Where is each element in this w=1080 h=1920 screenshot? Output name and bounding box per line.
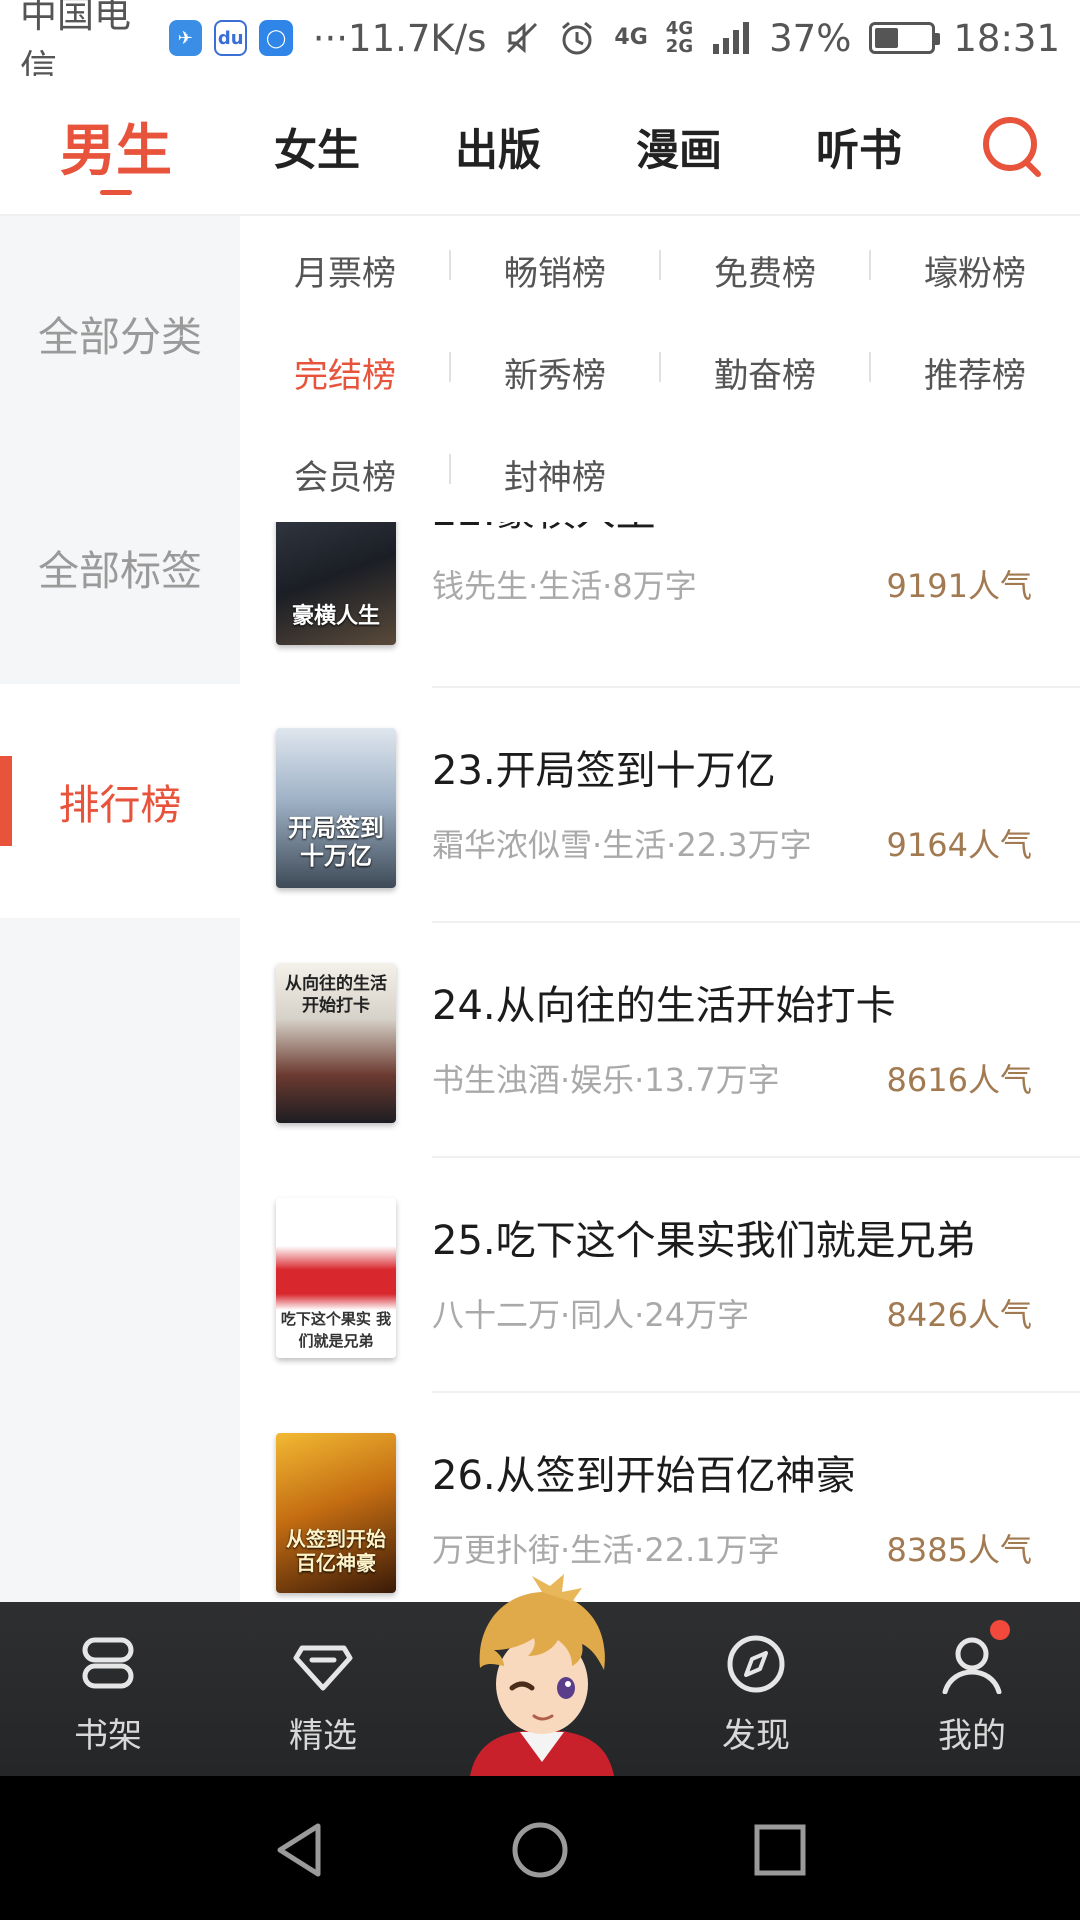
network-signal-indicator: 4G 2G — [665, 18, 694, 57]
book-popularity: 8616人气 — [886, 1061, 1032, 1099]
tab-label: 我的 — [938, 1716, 1006, 1756]
home-icon[interactable] — [510, 1820, 570, 1880]
book-item-24[interactable]: 从向往的生活 开始打卡 24.从向往的生活开始打卡 书生浊酒·娱乐·13.7万字… — [240, 923, 1080, 1158]
tab-label: 发现 — [722, 1716, 790, 1756]
sidebar: 全部分类 全部标签 排行榜 — [0, 216, 240, 1602]
filter-recommended[interactable]: 推荐榜 — [870, 348, 1080, 397]
recents-icon[interactable] — [750, 1820, 810, 1880]
battery-percent: 37% — [769, 16, 852, 60]
battery-icon — [869, 22, 941, 54]
profile-icon — [942, 1637, 1002, 1694]
notification-badge — [990, 1620, 1010, 1640]
circle-app-icon: ◯ — [259, 20, 293, 56]
book-item-23[interactable]: 开局签到 十万亿 23.开局签到十万亿 霜华浓似雪·生活·22.3万字 9164… — [240, 688, 1080, 923]
cover-title: 开局签到 十万亿 — [288, 813, 384, 870]
tab-bookshelf[interactable]: 书架 — [38, 1602, 178, 1776]
bookshelf-icon — [82, 1637, 134, 1689]
filter-top-fans[interactable]: 壕粉榜 — [870, 246, 1080, 295]
book-meta: 书生浊酒·娱乐·13.7万字 — [432, 1061, 780, 1099]
book-cover: 从向往的生活 开始打卡 — [276, 963, 396, 1123]
more-notifications-icon: ··· — [312, 16, 349, 60]
ranking-content: 豪横人生 22.豪横人生 钱先生·生活·8万字 9191人气 开局签到 十万亿 … — [240, 216, 1080, 1602]
tab-label: 精选 — [289, 1716, 357, 1756]
book-cover: 吃下这个果实 我们就是兄弟 — [276, 1198, 396, 1358]
book-popularity: 9191人气 — [886, 567, 1032, 605]
tab-discover[interactable]: 发现 — [686, 1602, 826, 1776]
baidu-app-icon: du — [213, 20, 248, 56]
book-meta: 万更扑街·生活·22.1万字 — [432, 1531, 780, 1569]
tab-label: 书架 — [74, 1716, 142, 1756]
book-meta: 霜华浓似雪·生活·22.3万字 — [432, 826, 812, 864]
alarm-icon — [562, 21, 593, 55]
sidebar-item-all-categories[interactable]: 全部分类 — [0, 216, 240, 450]
tab-profile[interactable]: 我的 — [902, 1602, 1042, 1776]
filter-diligent[interactable]: 勤奋榜 — [660, 348, 870, 397]
cover-title: 吃下这个果实 我们就是兄弟 — [280, 1310, 392, 1350]
clock: 18:31 — [953, 16, 1060, 60]
tab-male[interactable]: 男生 — [60, 106, 172, 195]
filter-hall-of-fame[interactable]: 封神榜 — [450, 450, 660, 499]
book-meta: 钱先生·生活·8万字 — [432, 567, 697, 605]
tab-featured[interactable]: 精选 — [253, 1602, 393, 1776]
sidebar-item-label: 排行榜 — [58, 781, 182, 829]
search-icon[interactable] — [980, 114, 1044, 178]
back-icon[interactable] — [270, 1820, 330, 1880]
tab-female[interactable]: 女生 — [274, 116, 360, 178]
compass-icon — [727, 1635, 785, 1693]
book-cover: 开局签到 十万亿 — [276, 728, 396, 888]
tab-audiobooks[interactable]: 听书 — [816, 116, 902, 178]
book-title: 23.开局签到十万亿 — [432, 748, 776, 794]
status-bar: 中国电信 ✈ du ◯ ··· 11.7K/s 4G 4G 2G 37% 18:… — [0, 0, 1080, 90]
book-title: 24.从向往的生活开始打卡 — [432, 983, 896, 1029]
cover-title: 豪横人生 — [291, 603, 380, 629]
sidebar-item-rankings[interactable]: 排行榜 — [0, 684, 240, 918]
book-popularity: 9164人气 — [886, 826, 1032, 864]
cover-title: 从向往的生活 开始打卡 — [285, 974, 387, 1016]
filter-completed[interactable]: 完结榜 — [240, 348, 450, 397]
book-cover: 从签到开始 百亿神豪 — [276, 1433, 396, 1593]
filter-free[interactable]: 免费榜 — [660, 246, 870, 295]
mute-icon — [507, 22, 538, 54]
book-popularity: 8385人气 — [886, 1531, 1032, 1569]
book-item-26[interactable]: 从签到开始 百亿神豪 26.从签到开始百亿神豪 万更扑街·生活·22.1万字 8… — [240, 1393, 1080, 1602]
sidebar-item-all-tags[interactable]: 全部标签 — [0, 450, 240, 684]
book-item-25[interactable]: 吃下这个果实 我们就是兄弟 25.吃下这个果实我们就是兄弟 八十二万·同人·24… — [240, 1158, 1080, 1393]
book-title: 25.吃下这个果实我们就是兄弟 — [432, 1218, 976, 1264]
net-speed: 11.7K/s — [348, 16, 487, 60]
filter-newcomer[interactable]: 新秀榜 — [450, 348, 660, 397]
book-title: 26.从签到开始百亿神豪 — [432, 1453, 856, 1499]
filter-members[interactable]: 会员榜 — [240, 450, 450, 499]
book-popularity: 8426人气 — [886, 1296, 1032, 1334]
filter-bestseller[interactable]: 畅销榜 — [450, 246, 660, 295]
book-meta: 八十二万·同人·24万字 — [432, 1296, 750, 1334]
tab-comics[interactable]: 漫画 — [636, 116, 722, 178]
filter-monthly-ticket[interactable]: 月票榜 — [240, 246, 450, 295]
system-nav-bar — [0, 1776, 1080, 1920]
cover-title: 从签到开始 百亿神豪 — [286, 1527, 386, 1575]
book-item-22[interactable]: 豪横人生 22.豪横人生 钱先生·生活·8万字 9191人气 — [240, 485, 1080, 688]
mascot-character[interactable] — [450, 1572, 634, 1776]
category-tab-bar: 男生 女生 出版 漫画 听书 — [0, 76, 1080, 216]
signal-icon — [713, 22, 750, 54]
network-4g-indicator: 4G — [614, 25, 648, 50]
feather-app-icon: ✈ — [168, 20, 202, 56]
ranking-filter-panel: 月票榜 畅销榜 免费榜 壕粉榜 完结榜 新秀榜 勤奋榜 推荐榜 会员榜 封神榜 — [240, 216, 1080, 522]
diamond-icon — [293, 1645, 353, 1691]
sidebar-item-label: 全部标签 — [38, 547, 202, 595]
tab-publishing[interactable]: 出版 — [455, 116, 541, 178]
sidebar-item-label: 全部分类 — [38, 313, 202, 361]
